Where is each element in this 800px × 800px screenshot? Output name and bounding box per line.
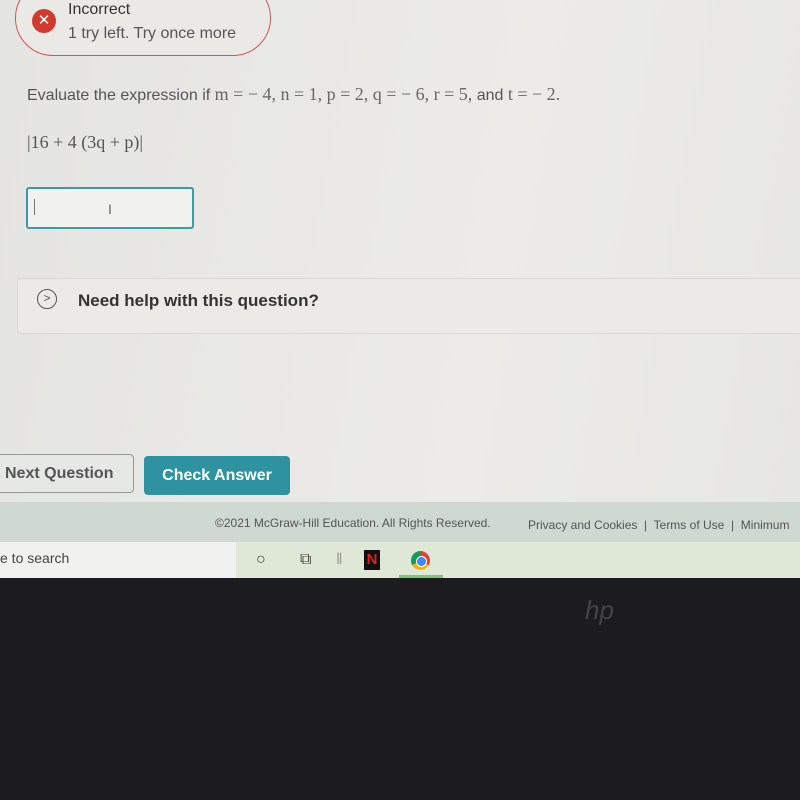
- minimum-link[interactable]: Minimum: [741, 518, 790, 532]
- feedback-alert: ✕ Incorrect 1 try left. Try once more: [15, 0, 271, 56]
- chevron-right-icon[interactable]: >: [37, 289, 57, 309]
- feedback-title: Incorrect: [68, 1, 131, 18]
- and-text: and: [476, 87, 504, 104]
- active-indicator: [399, 575, 443, 578]
- footer: ©2021 McGraw-Hill Education. All Rights …: [0, 502, 800, 542]
- copyright: ©2021 McGraw-Hill Education. All Rights …: [215, 516, 491, 530]
- feedback-message: 1 try left. Try once more: [68, 25, 237, 42]
- browser-screen: ✕ Incorrect 1 try left. Try once more Ev…: [0, 0, 800, 578]
- i-beam-cursor-icon: I: [108, 201, 112, 217]
- help-label[interactable]: Need help with this question?: [78, 291, 319, 311]
- variable-values: m = − 4, n = 1, p = 2, q = − 6, r = 5,: [214, 84, 473, 104]
- expression: |16 + 4 (3q + p)|: [27, 132, 143, 152]
- taskbar-search[interactable]: e to search: [0, 542, 236, 578]
- hp-logo-icon: hp: [585, 595, 614, 625]
- text-cursor: [34, 199, 35, 215]
- next-question-button[interactable]: Next Question: [0, 454, 134, 493]
- answer-input[interactable]: I: [26, 187, 194, 229]
- separator: ‖: [336, 551, 343, 568]
- last-variable: t = − 2.: [507, 84, 561, 104]
- prompt-text: Evaluate the expression if: [27, 87, 211, 104]
- footer-links: Privacy and Cookies | Terms of Use | Min…: [528, 518, 790, 532]
- terms-link[interactable]: Terms of Use: [654, 518, 725, 532]
- taskbar: e to search ○ ⧉ ‖ N: [0, 542, 800, 578]
- privacy-link[interactable]: Privacy and Cookies: [528, 518, 637, 532]
- netflix-icon[interactable]: N: [364, 550, 380, 570]
- help-panel[interactable]: > Need help with this question?: [17, 278, 800, 334]
- task-view-icon[interactable]: ⧉: [300, 551, 311, 569]
- chrome-icon[interactable]: [411, 551, 430, 570]
- question-prompt: Evaluate the expression if m = − 4, n = …: [27, 84, 560, 105]
- cortana-icon[interactable]: ○: [256, 551, 266, 569]
- x-circle-icon: ✕: [32, 9, 56, 33]
- check-answer-button[interactable]: Check Answer: [144, 456, 290, 495]
